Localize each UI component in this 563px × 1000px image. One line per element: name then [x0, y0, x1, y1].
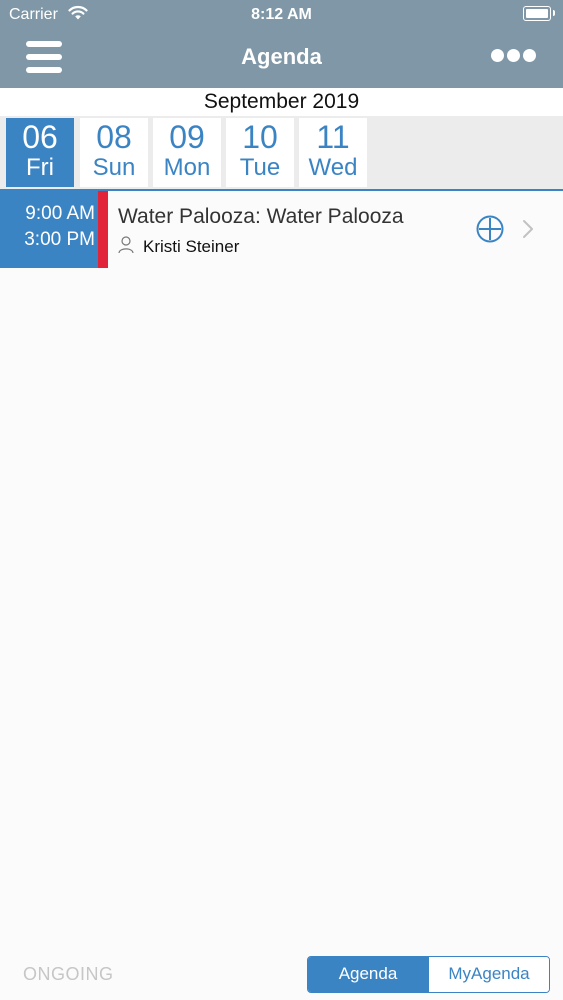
date-number: 06	[22, 119, 58, 155]
agenda-segmented-control: Agenda MyAgenda	[307, 956, 550, 993]
ongoing-button[interactable]: ONGOING	[23, 964, 114, 985]
date-chip-10[interactable]: 10 Tue	[226, 118, 294, 187]
date-chip-08[interactable]: 08 Sun	[80, 118, 148, 187]
clock: 8:12 AM	[251, 6, 312, 23]
chevron-right-icon[interactable]	[522, 219, 534, 239]
segment-agenda[interactable]: Agenda	[308, 957, 428, 992]
date-weekday: Tue	[239, 154, 281, 181]
event-title: Water Palooza: Water Palooza	[118, 205, 404, 228]
page-title: Agenda	[241, 44, 322, 69]
event-start-time: 9:00 AM	[25, 203, 95, 224]
date-weekday: Mon	[163, 154, 211, 181]
navigation-bar: Carrier 8:12 AM Agenda	[0, 0, 563, 88]
date-number: 09	[169, 119, 205, 155]
month-label: September 2019	[0, 88, 563, 116]
battery-icon	[523, 6, 555, 21]
person-icon	[118, 236, 134, 254]
date-weekday: Wed	[308, 154, 358, 181]
date-number: 10	[242, 119, 278, 155]
add-to-myagenda-icon[interactable]	[476, 215, 504, 243]
agenda-event-row[interactable]: 9:00 AM 3:00 PM Water Palooza: Water Pal…	[0, 191, 563, 268]
event-color-marker	[98, 191, 108, 268]
date-chip-11[interactable]: 11 Wed	[299, 118, 367, 187]
segment-myagenda[interactable]: MyAgenda	[428, 957, 549, 992]
date-number: 08	[96, 119, 132, 155]
date-chip-09[interactable]: 09 Mon	[153, 118, 221, 187]
date-weekday: Sun	[92, 154, 136, 181]
date-strip: 06 Fri 08 Sun 09 Mon 10 Tue 11 Wed	[0, 116, 563, 191]
status-bar: Carrier 8:12 AM	[0, 0, 563, 30]
event-end-time: 3:00 PM	[24, 229, 95, 250]
event-person: Kristi Steiner	[143, 237, 240, 256]
more-dots-icon[interactable]	[491, 48, 537, 64]
date-chip-06[interactable]: 06 Fri	[6, 118, 74, 187]
date-weekday: Fri	[26, 154, 54, 181]
date-number: 11	[316, 119, 350, 155]
event-time-block: 9:00 AM 3:00 PM	[0, 191, 98, 268]
